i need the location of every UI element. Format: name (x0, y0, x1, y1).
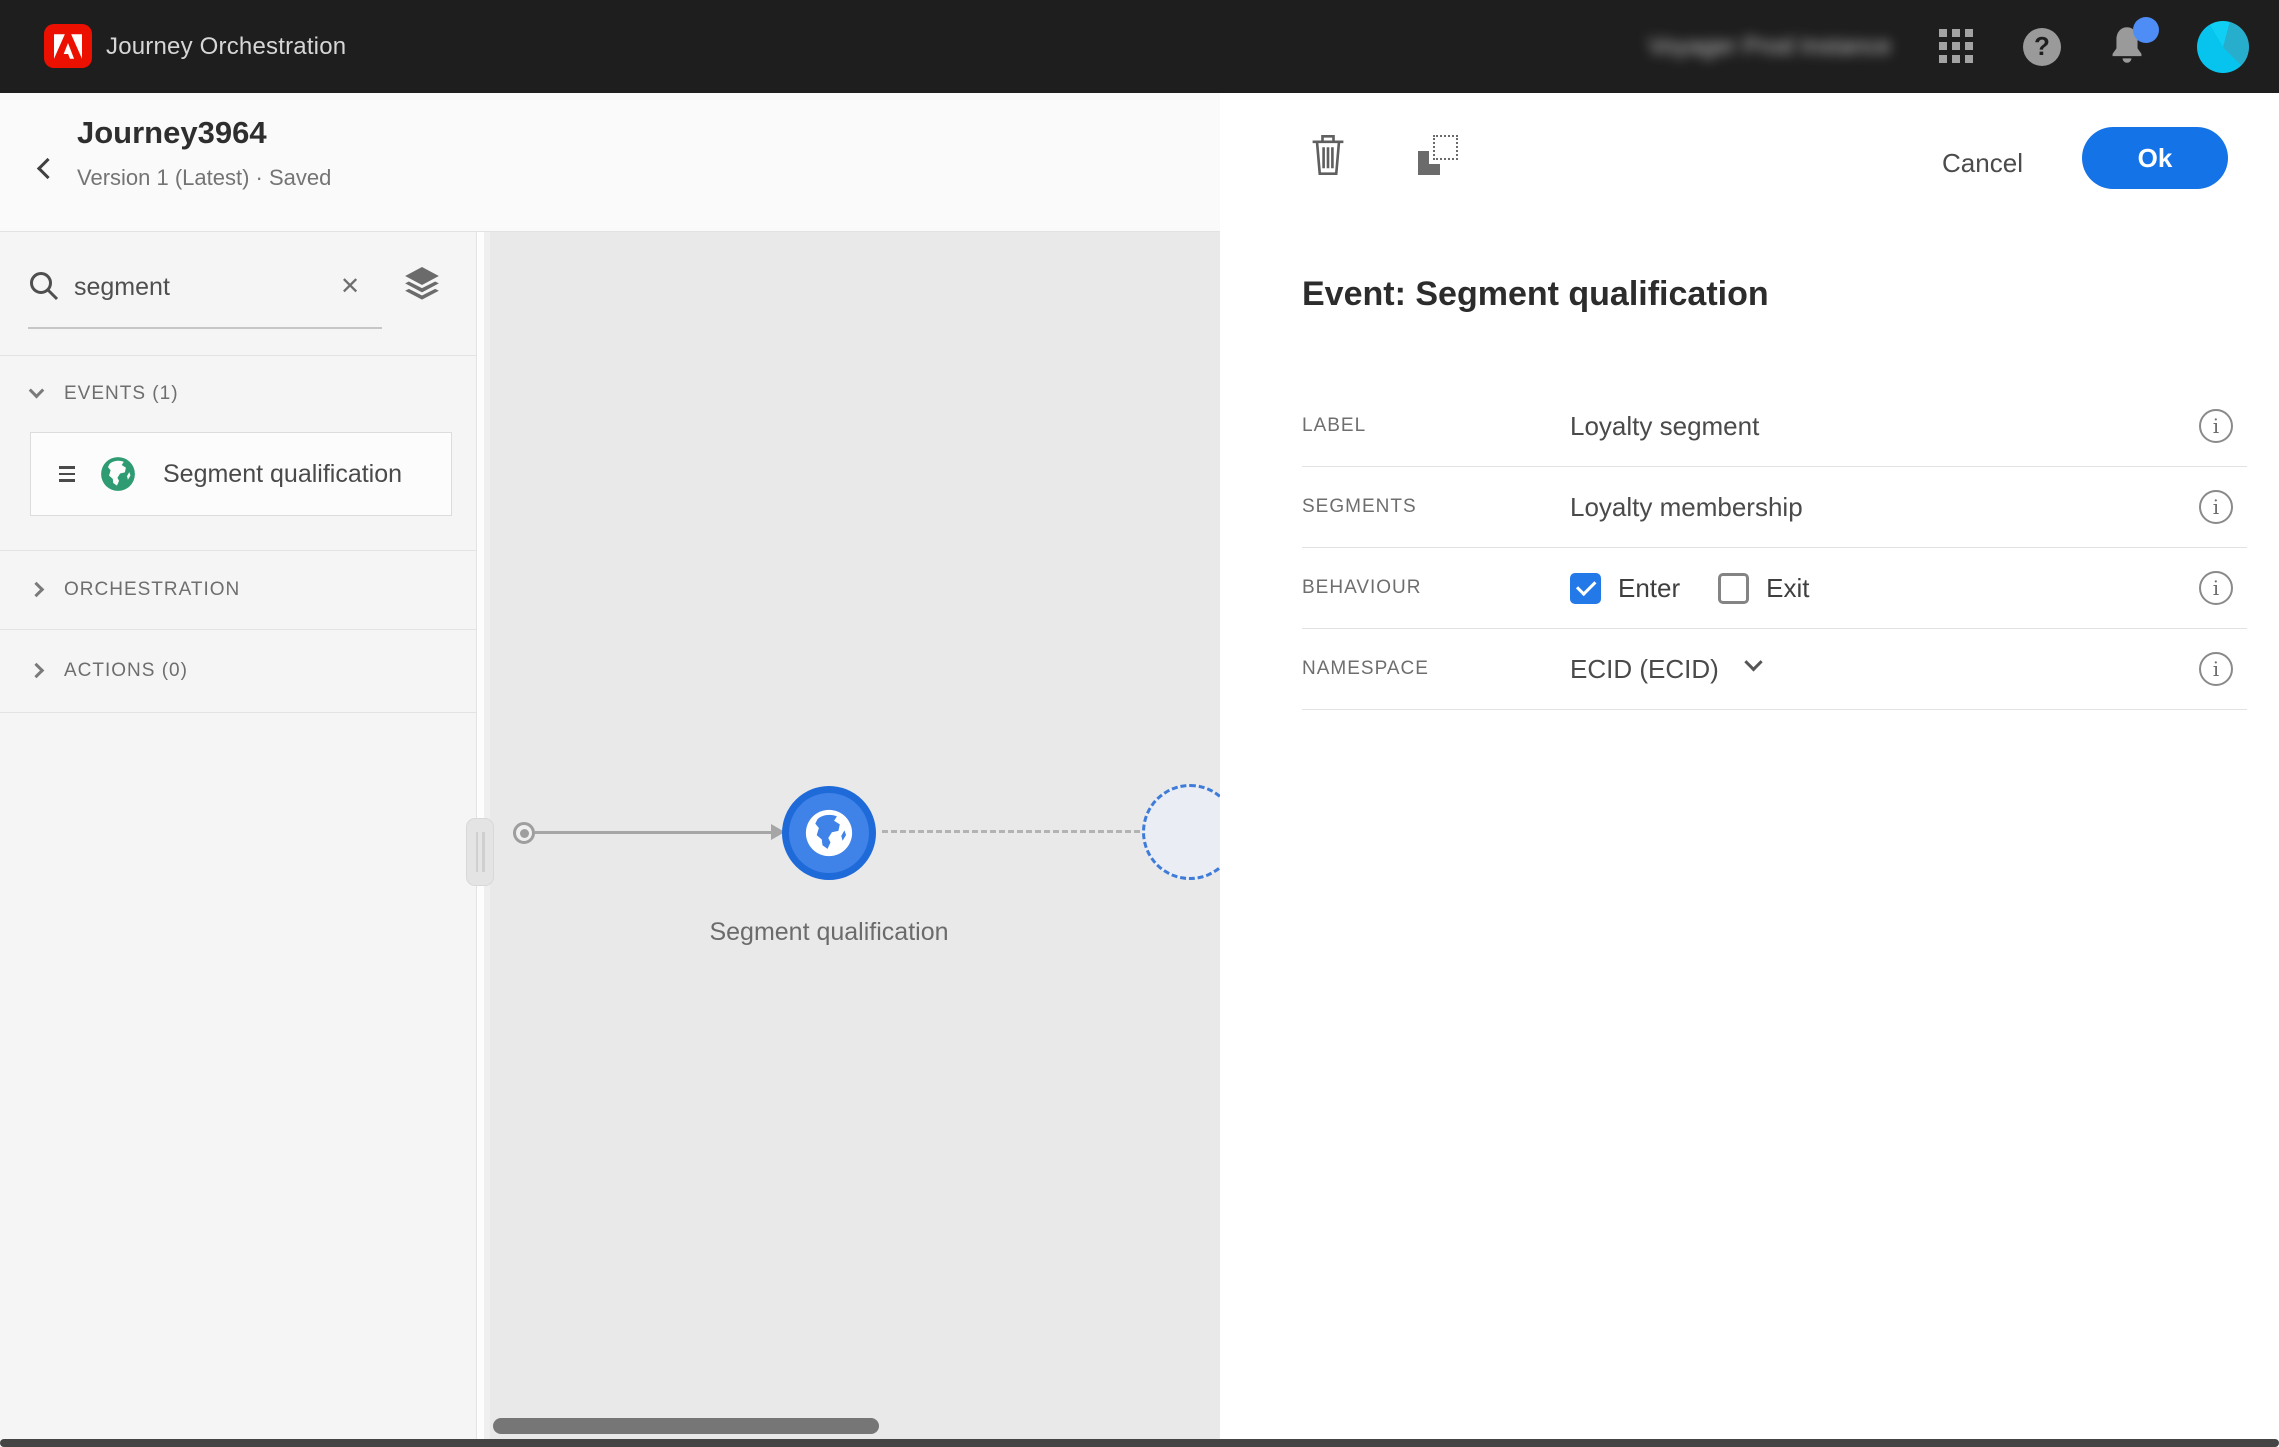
canvas-node-label: Segment qualification (679, 918, 979, 947)
chevron-right-icon (29, 663, 45, 679)
info-icon[interactable]: i (2199, 490, 2233, 524)
duplicate-icon[interactable] (1418, 135, 1458, 175)
info-icon[interactable]: i (2199, 409, 2233, 443)
drag-handle-icon[interactable] (59, 466, 75, 482)
chevron-down-icon (29, 383, 45, 399)
duplicate-icon-corner (1418, 164, 1440, 175)
help-icon[interactable]: ? (2023, 28, 2061, 66)
drop-placeholder-node[interactable] (1142, 784, 1220, 880)
journey-header: Journey3964 Version 1 (Latest) · Saved (0, 93, 1220, 232)
field-row-namespace: NAMESPACE ECID (ECID) i (1302, 629, 2247, 710)
instance-name[interactable]: Voyager Prod Instance (1648, 33, 1891, 61)
search-row: ✕ (0, 232, 476, 355)
journey-orchestration-app: Journey Orchestration Voyager Prod Insta… (0, 0, 2279, 1447)
enter-checkbox[interactable] (1570, 573, 1601, 604)
exit-checkbox[interactable] (1718, 573, 1749, 604)
horizontal-scrollbar[interactable] (493, 1418, 879, 1434)
inspector-heading: Event: Segment qualification (1302, 275, 1769, 314)
field-label: SEGMENTS (1302, 496, 1570, 518)
inspector-fields: LABEL Loyalty segment i SEGMENTS Loyalty… (1302, 386, 2247, 710)
layers-filter-icon[interactable] (400, 264, 444, 308)
journey-version-status: Version 1 (Latest) · Saved (77, 165, 331, 191)
field-row-label: LABEL Loyalty segment i (1302, 386, 2247, 467)
namespace-value[interactable]: ECID (ECID) (1570, 654, 1719, 685)
segments-value[interactable]: Loyalty membership (1570, 492, 1803, 523)
topbar: Journey Orchestration Voyager Prod Insta… (0, 0, 2279, 93)
journey-canvas[interactable]: Segment qualification (484, 232, 1220, 1447)
journey-start-node (513, 822, 535, 844)
search-input[interactable] (74, 266, 324, 308)
search-icon (28, 270, 60, 302)
palette-item-segment-qualification[interactable]: Segment qualification (30, 432, 452, 516)
app-title: Journey Orchestration (106, 0, 346, 93)
sidebar-section-actions[interactable]: ACTIONS (0) (0, 629, 476, 712)
label-value[interactable]: Loyalty segment (1570, 411, 1759, 442)
sidebar-section-orchestration[interactable]: ORCHESTRATION (0, 550, 476, 629)
sidebar-section-events[interactable]: EVENTS (1) (0, 355, 476, 432)
cancel-button[interactable]: Cancel (1920, 133, 2045, 193)
connector-line (535, 831, 775, 834)
notification-badge (2133, 17, 2159, 43)
field-label: NAMESPACE (1302, 658, 1570, 680)
search-underline (28, 327, 382, 329)
event-inspector-panel: Cancel Ok Event: Segment qualification L… (1220, 93, 2279, 1447)
field-label: BEHAVIOUR (1302, 577, 1570, 599)
clear-search-icon[interactable]: ✕ (332, 268, 368, 304)
window-bottom-scrollbar[interactable] (0, 1439, 2279, 1447)
sidebar-resize-handle[interactable] (466, 818, 494, 886)
globe-icon (99, 455, 137, 493)
field-label: LABEL (1302, 415, 1570, 437)
section-label: ORCHESTRATION (64, 579, 240, 601)
topbar-actions: Voyager Prod Instance ? (1648, 0, 2249, 93)
avatar[interactable] (2197, 21, 2249, 73)
exit-checkbox-label[interactable]: Exit (1766, 573, 1809, 604)
journey-title: Journey3964 (77, 115, 267, 151)
chevron-left-icon (36, 157, 57, 178)
info-icon[interactable]: i (2199, 571, 2233, 605)
inspector-toolbar: Cancel Ok (1220, 93, 2279, 223)
enter-checkbox-label[interactable]: Enter (1618, 573, 1680, 604)
duplicate-icon-outline (1433, 135, 1458, 160)
back-button[interactable] (30, 151, 64, 185)
palette-sidebar: ✕ EVENTS (1) Segment qualification ORCHE… (0, 232, 477, 1447)
chevron-down-icon[interactable] (1744, 653, 1762, 671)
field-row-behaviour: BEHAVIOUR Enter Exit i (1302, 548, 2247, 629)
field-row-segments: SEGMENTS Loyalty membership i (1302, 467, 2247, 548)
section-label: EVENTS (1) (64, 383, 179, 405)
section-label: ACTIONS (0) (64, 660, 188, 682)
divider (0, 712, 476, 713)
ok-button[interactable]: Ok (2082, 127, 2228, 189)
notifications-icon[interactable] (2109, 25, 2149, 69)
delete-icon[interactable] (1308, 133, 1348, 177)
chevron-right-icon (29, 582, 45, 598)
info-icon[interactable]: i (2199, 652, 2233, 686)
adobe-logo-icon (44, 24, 92, 68)
dashed-connector-line (882, 830, 1140, 833)
globe-icon (803, 807, 855, 859)
canvas-node-segment-qualification[interactable] (782, 786, 876, 880)
palette-item-label: Segment qualification (163, 460, 402, 489)
app-switcher-icon[interactable] (1939, 29, 1975, 65)
